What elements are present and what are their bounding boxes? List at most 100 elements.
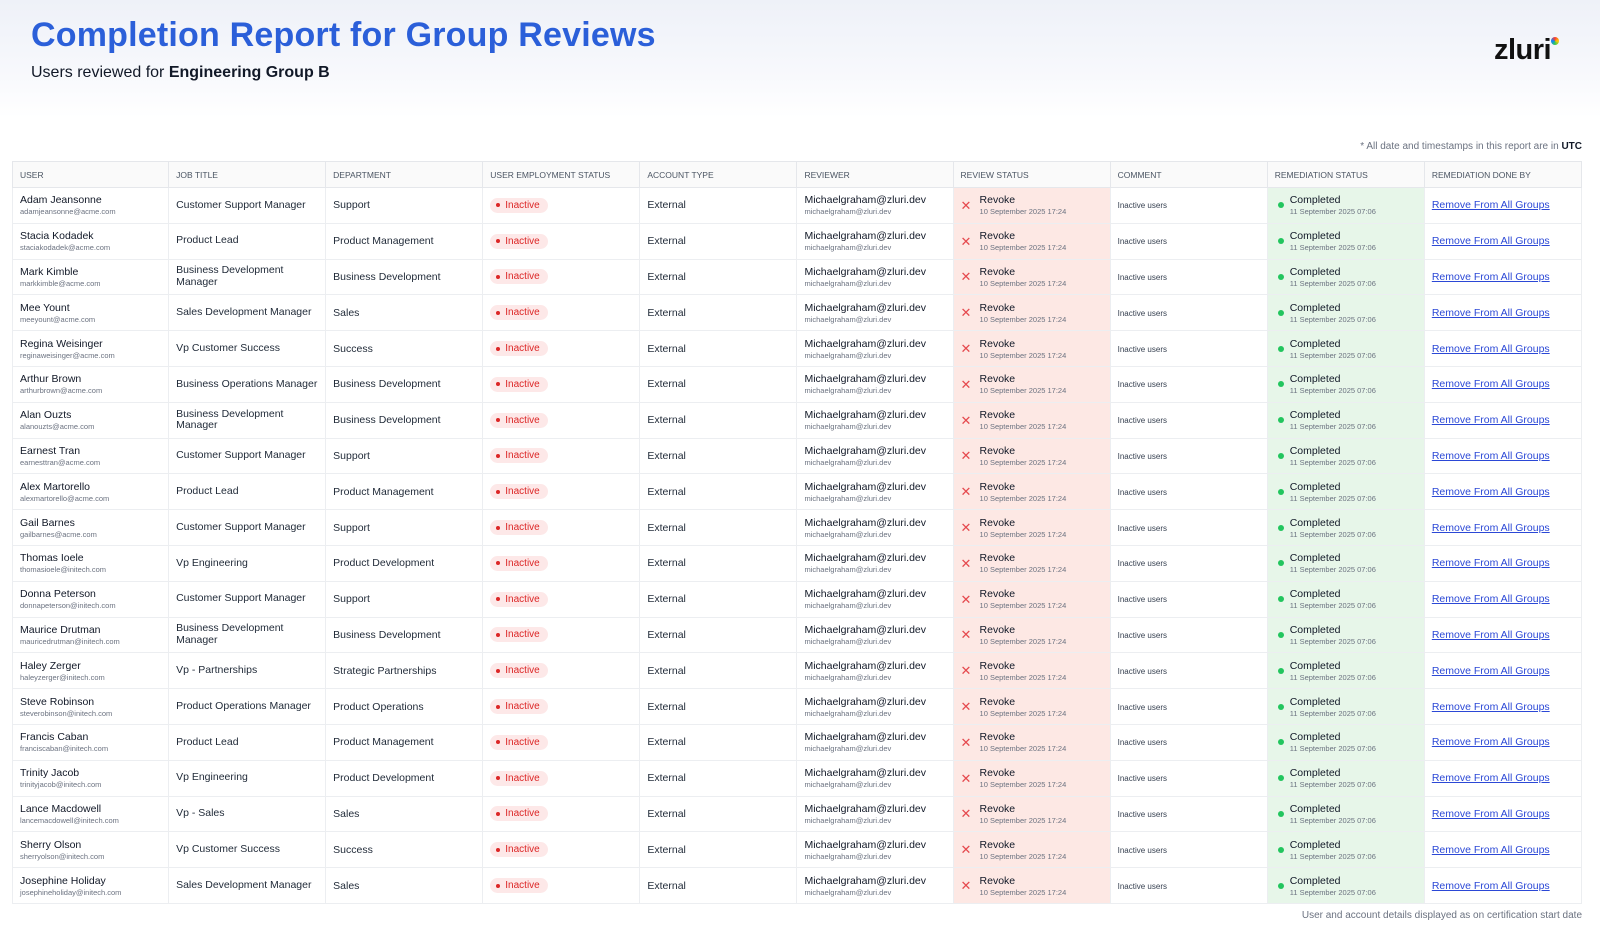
- user-email: alanouzts@acme.com: [20, 422, 95, 432]
- review-status-text: Revoke 10 September 2025 17:24: [980, 731, 1067, 753]
- remediation-status-label: Completed: [1289, 552, 1341, 565]
- department-cell: Business Development: [325, 616, 484, 654]
- group-name: Engineering Group B: [168, 64, 330, 81]
- remediation-status-date: 11 September 2025 07:06: [1289, 601, 1376, 611]
- review-status-date: 10 September 2025 17:24: [979, 457, 1067, 467]
- remove-from-all-groups-link[interactable]: Remove From All Groups: [1432, 772, 1550, 784]
- remediation-status-cell: Completed 11 September 2025 07:06: [1266, 688, 1425, 725]
- remediation-status-cell: Completed 11 September 2025 07:06: [1266, 401, 1425, 439]
- review-status-text: Revoke 10 September 2025 17:24: [980, 445, 1067, 467]
- remove-from-all-groups-link[interactable]: Remove From All Groups: [1432, 414, 1550, 426]
- status-badge-label: Inactive: [505, 199, 540, 211]
- remediation-status-cell: Completed 11 September 2025 07:06: [1266, 437, 1425, 475]
- employment-status-cell: Inactive: [482, 187, 641, 224]
- remove-from-all-groups-link[interactable]: Remove From All Groups: [1432, 307, 1550, 319]
- remediation-status-label: Completed: [1289, 695, 1341, 708]
- reviewer-cell: Michaelgraham@zluri.dev michaelgraham@zlu…: [796, 473, 954, 511]
- remediation-status: Completed 11 September 2025 07:06: [1275, 409, 1417, 431]
- user-name: Earnest Tran: [20, 444, 81, 457]
- remove-from-all-groups-link[interactable]: Remove From All Groups: [1432, 557, 1550, 569]
- remediation-done-by-cell: Remove From All Groups: [1423, 222, 1583, 260]
- remove-from-all-groups-link[interactable]: Remove From All Groups: [1432, 844, 1550, 856]
- remove-from-all-groups-link[interactable]: Remove From All Groups: [1432, 235, 1550, 247]
- review-status: ✕ Revoke 10 September 2025 17:24: [961, 624, 1103, 646]
- status-badge-label: Inactive: [505, 593, 540, 605]
- remove-from-all-groups-link[interactable]: Remove From All Groups: [1432, 450, 1550, 462]
- user-email: alexmartorello@acme.com: [20, 493, 110, 503]
- close-icon: ✕: [960, 269, 972, 285]
- remove-from-all-groups-link[interactable]: Remove From All Groups: [1432, 629, 1550, 641]
- check-dot-icon: [1277, 488, 1284, 495]
- comment-cell: Inactive users: [1109, 759, 1268, 797]
- user-cell: Maurice Drutman mauricedrutman@initech.co…: [11, 616, 170, 654]
- status-badge: Inactive: [490, 341, 548, 357]
- user-email: josephineholiday@initech.com: [20, 887, 122, 897]
- remove-from-all-groups-link[interactable]: Remove From All Groups: [1432, 271, 1550, 283]
- reviewer-cell: Michaelgraham@zluri.dev michaelgraham@zlu…: [796, 652, 954, 690]
- review-status-date: 10 September 2025 17:24: [979, 636, 1067, 646]
- review-status-text: Revoke 10 September 2025 17:24: [980, 266, 1067, 288]
- reviewer-email: michaelgraham@zluri.dev: [804, 457, 892, 467]
- remediation-status-cell: Completed 11 September 2025 07:06: [1266, 795, 1425, 833]
- status-dot-icon: [496, 382, 501, 387]
- remediation-status-text: Completed 11 September 2025 07:06: [1290, 660, 1376, 682]
- table-row: Francis Caban franciscaban@initech.com Pro…: [11, 723, 1583, 761]
- reviewer-cell: Michaelgraham@zluri.dev michaelgraham@zlu…: [796, 616, 954, 654]
- review-status-cell: ✕ Revoke 10 September 2025 17:24: [952, 437, 1111, 475]
- department-cell: Support: [325, 437, 484, 475]
- review-status: ✕ Revoke 10 September 2025 17:24: [961, 588, 1103, 610]
- comment-cell: Inactive users: [1109, 258, 1268, 296]
- status-dot-icon: [496, 525, 501, 530]
- account-type-cell: External: [639, 365, 798, 403]
- status-badge-label: Inactive: [505, 629, 540, 641]
- reviewer-email: michaelgraham@zluri.dev: [804, 780, 892, 790]
- remove-from-all-groups-link[interactable]: Remove From All Groups: [1432, 343, 1550, 355]
- column-header: Remediation Done By: [1423, 161, 1583, 188]
- reviewer-email: michaelgraham@zluri.dev: [804, 851, 892, 861]
- reviewer-name: Michaelgraham@zluri.dev: [804, 838, 926, 851]
- review-status-cell: ✕ Revoke 10 September 2025 17:24: [952, 222, 1111, 260]
- status-badge-label: Inactive: [505, 378, 540, 390]
- user-name: Mee Yount: [20, 301, 70, 314]
- user-cell: Josephine Holiday josephineholiday@initec…: [11, 867, 170, 904]
- check-dot-icon: [1277, 810, 1284, 817]
- remove-from-all-groups-link[interactable]: Remove From All Groups: [1432, 665, 1550, 677]
- timezone-note-text: * All date and timestamps in this report…: [1360, 141, 1562, 152]
- remediation-status-label: Completed: [1289, 480, 1341, 493]
- remove-from-all-groups-link[interactable]: Remove From All Groups: [1432, 378, 1550, 390]
- remove-from-all-groups-link[interactable]: Remove From All Groups: [1432, 522, 1550, 534]
- close-icon: ✕: [960, 233, 972, 249]
- employment-status-cell: Inactive: [482, 365, 641, 403]
- status-badge-label: Inactive: [505, 880, 540, 892]
- table-row: Trinity Jacob trinityjacob@initech.com Vp …: [11, 759, 1583, 797]
- status-badge: Inactive: [490, 627, 548, 643]
- remediation-status: Completed 11 September 2025 07:06: [1275, 302, 1417, 324]
- status-dot-icon: [496, 847, 501, 852]
- review-status-label: Revoke: [979, 623, 1016, 636]
- remediation-status-label: Completed: [1289, 588, 1341, 601]
- remove-from-all-groups-link[interactable]: Remove From All Groups: [1432, 199, 1550, 211]
- reviewer-name: Michaelgraham@zluri.dev: [804, 480, 926, 493]
- remove-from-all-groups-link[interactable]: Remove From All Groups: [1432, 486, 1550, 498]
- review-status-label: Revoke: [979, 874, 1016, 887]
- user-email: thomasioele@initech.com: [20, 565, 106, 575]
- status-badge: Inactive: [490, 412, 548, 428]
- remove-from-all-groups-link[interactable]: Remove From All Groups: [1432, 880, 1550, 892]
- remediation-done-by-cell: Remove From All Groups: [1423, 544, 1583, 582]
- remove-from-all-groups-link[interactable]: Remove From All Groups: [1432, 736, 1550, 748]
- review-status-label: Revoke: [979, 194, 1016, 207]
- remediation-done-by-cell: Remove From All Groups: [1423, 294, 1583, 332]
- remove-from-all-groups-link[interactable]: Remove From All Groups: [1432, 701, 1550, 713]
- review-status-text: Revoke 10 September 2025 17:24: [980, 230, 1067, 252]
- reviewer-name: Michaelgraham@zluri.dev: [804, 552, 926, 565]
- user-cell: Sherry Olson sherryolson@initech.com: [11, 831, 170, 869]
- remove-from-all-groups-link[interactable]: Remove From All Groups: [1432, 593, 1550, 605]
- review-status-label: Revoke: [979, 373, 1016, 386]
- remediation-status-cell: Completed 11 September 2025 07:06: [1266, 580, 1425, 618]
- review-status-date: 10 September 2025 17:24: [979, 422, 1067, 432]
- remediation-status-label: Completed: [1289, 373, 1341, 386]
- remediation-status-date: 11 September 2025 07:06: [1289, 350, 1376, 360]
- remediation-status-label: Completed: [1289, 301, 1341, 314]
- remediation-status: Completed 11 September 2025 07:06: [1275, 266, 1417, 288]
- remove-from-all-groups-link[interactable]: Remove From All Groups: [1432, 808, 1550, 820]
